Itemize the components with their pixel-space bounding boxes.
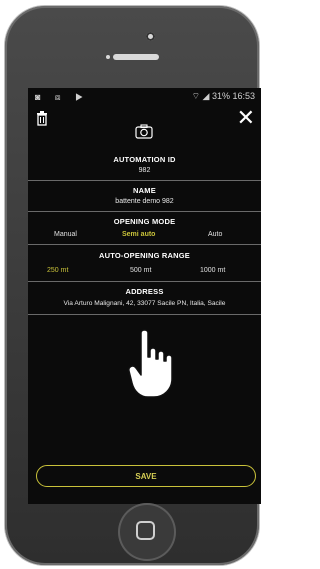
opening-mode-label: OPENING MODE: [113, 217, 176, 226]
range-option-250[interactable]: 250 mt: [47, 267, 68, 274]
sensor-dot: [106, 55, 110, 59]
home-square-icon: [136, 521, 155, 540]
auto-opening-range-label: AUTO-OPENING RANGE: [99, 251, 190, 260]
front-camera: [146, 32, 155, 41]
name-field[interactable]: battente demo 982: [28, 198, 261, 205]
battery-time: 31% 16:53: [211, 91, 255, 101]
address-label: ADDRESS: [125, 287, 164, 296]
mode-option-semi-auto[interactable]: Semi auto: [122, 231, 155, 238]
status-left-icons: ◙ ⧈ ▶: [35, 92, 90, 102]
range-option-1000[interactable]: 1000 mt: [200, 267, 225, 274]
app-screen: ◙ ⧈ ▶ ⌔ ◢ 31% 16:53 ✕ AUTOMATION ID 982 …: [28, 88, 261, 504]
divider: [28, 211, 261, 212]
divider: [28, 281, 261, 282]
status-right-text: ⌔ ◢ 31% 16:53: [192, 91, 255, 102]
close-icon[interactable]: ✕: [237, 107, 255, 129]
name-label: NAME: [133, 186, 156, 195]
range-option-500[interactable]: 500 mt: [130, 267, 151, 274]
camera-icon[interactable]: [135, 124, 153, 139]
divider: [28, 180, 261, 181]
tap-hand-icon: [128, 329, 173, 398]
wifi-signal-icon: ⌔ ◢: [191, 91, 212, 101]
save-button[interactable]: SAVE: [36, 465, 256, 487]
mode-option-auto[interactable]: Auto: [208, 231, 222, 238]
trash-icon[interactable]: [36, 110, 48, 126]
divider: [28, 314, 261, 315]
divider: [28, 244, 261, 245]
automation-id-label: AUTOMATION ID: [113, 155, 176, 164]
automation-id-value: 982: [138, 167, 151, 174]
mode-option-manual[interactable]: Manual: [54, 231, 77, 238]
earpiece-speaker: [113, 54, 159, 60]
address-field[interactable]: Via Arturo Malignani, 42, 33077 Sacile P…: [28, 300, 261, 307]
status-bar: ◙ ⧈ ▶ ⌔ ◢ 31% 16:53: [28, 88, 261, 106]
